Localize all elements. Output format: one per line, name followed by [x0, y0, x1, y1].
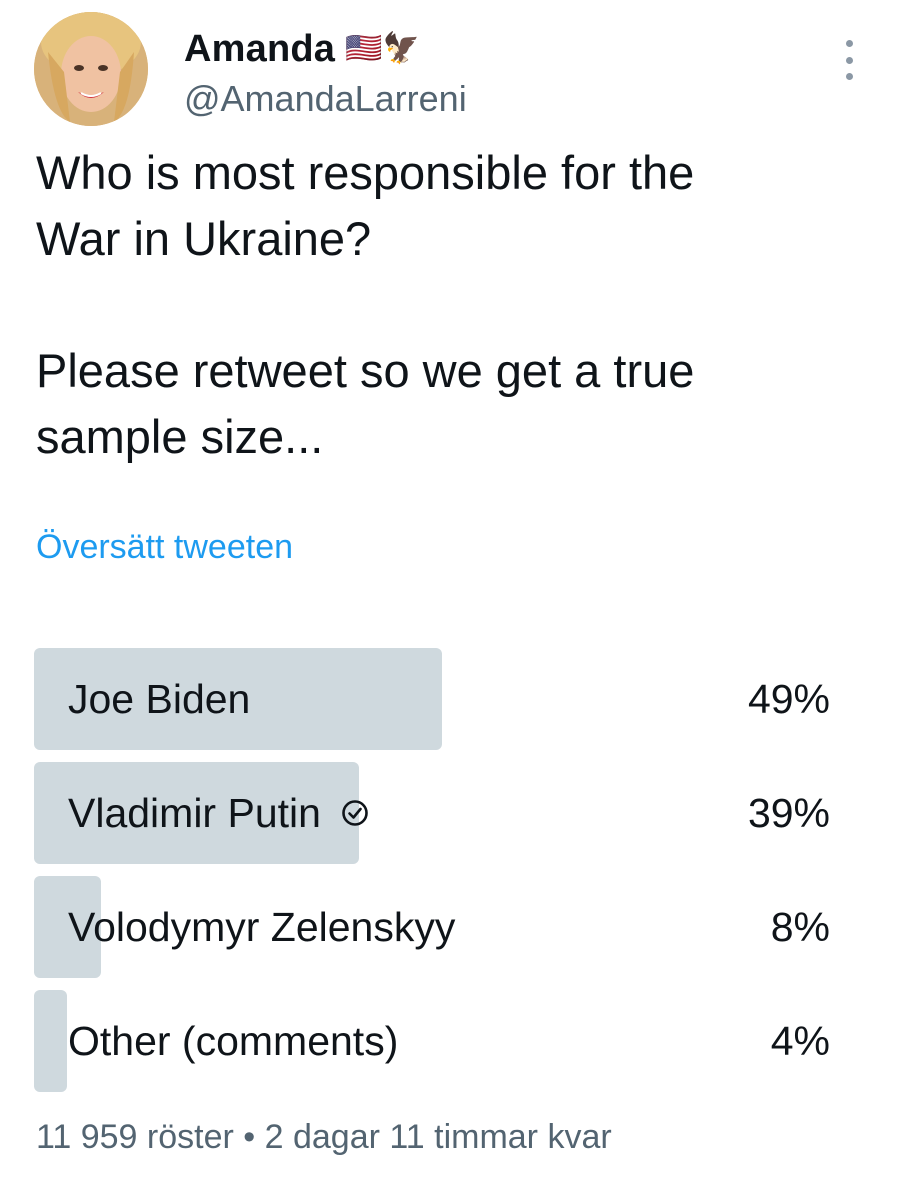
display-name[interactable]: Amanda — [184, 28, 335, 71]
poll: Joe Biden 49% Vladimir Putin 39% Volodym… — [34, 648, 830, 1104]
poll-option[interactable]: Other (comments) 4% — [34, 990, 830, 1092]
poll-option-percent: 8% — [770, 903, 830, 950]
poll-option-percent: 49% — [747, 675, 830, 722]
poll-option[interactable]: Joe Biden 49% — [34, 648, 830, 750]
poll-option-percent: 39% — [747, 789, 830, 836]
poll-option[interactable]: Volodymyr Zelenskyy 8% — [34, 876, 830, 978]
selected-check-icon — [341, 799, 369, 827]
poll-option-label-wrap: Other (comments) — [68, 990, 398, 1092]
poll-option-label-wrap: Vladimir Putin — [68, 762, 369, 864]
poll-option-label: Other (comments) — [68, 1017, 399, 1064]
flag-eagle-icon: 🇺🇸🦅 — [345, 32, 420, 65]
poll-bar — [34, 990, 67, 1092]
avatar-image — [34, 12, 148, 126]
poll-option-label-wrap: Joe Biden — [68, 648, 250, 750]
translate-tweet-link[interactable]: Översätt tweeten — [36, 528, 293, 567]
more-options-icon[interactable] — [844, 40, 854, 80]
poll-option-percent: 4% — [770, 1017, 830, 1064]
poll-option[interactable]: Vladimir Putin 39% — [34, 762, 830, 864]
poll-option-label: Joe Biden — [68, 675, 251, 722]
avatar[interactable] — [34, 12, 148, 126]
poll-option-label-wrap: Volodymyr Zelenskyy — [68, 876, 455, 978]
poll-footer: 11 959 röster • 2 dagar 11 timmar kvar — [36, 1118, 612, 1156]
tweet-text: Who is most responsible for the War in U… — [36, 146, 695, 463]
name-row: Amanda 🇺🇸🦅 — [184, 26, 420, 72]
tweet-header: Amanda 🇺🇸🦅 @AmandaLarreni — [34, 12, 874, 128]
poll-option-label: Volodymyr Zelenskyy — [68, 903, 456, 950]
poll-option-label: Vladimir Putin — [68, 789, 321, 836]
user-handle[interactable]: @AmandaLarreni — [184, 78, 467, 120]
